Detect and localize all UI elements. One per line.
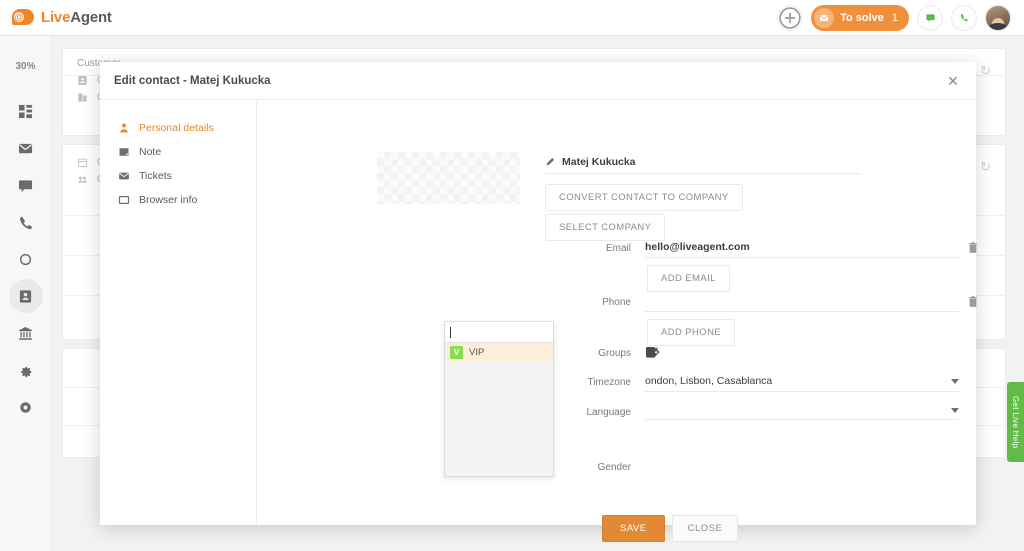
gear-icon: [18, 363, 33, 378]
chevron-down-icon: [951, 379, 959, 384]
user-avatar[interactable]: [985, 5, 1011, 31]
group-icon: [77, 174, 88, 185]
phone-label: Phone: [545, 295, 645, 308]
sidebar-item-chats[interactable]: [9, 168, 43, 202]
sidebar-item-settings[interactable]: [9, 353, 43, 387]
text-cursor: [450, 327, 451, 338]
tab-tickets-label: Tickets: [139, 170, 172, 182]
building-icon: [77, 92, 88, 103]
left-nav-rail: 30%: [0, 36, 52, 551]
groups-field-row: Groups: [545, 346, 661, 359]
chevron-down-icon: [951, 408, 959, 413]
groups-dropdown-panel[interactable]: V VIP: [444, 321, 554, 477]
cog-icon: [18, 400, 33, 415]
modal-main-form: Matej Kukucka CONVERT CONTACT TO COMPANY…: [257, 100, 976, 525]
close-button[interactable]: CLOSE: [672, 515, 739, 542]
modal-title: Edit contact - Matej Kukucka: [114, 75, 271, 87]
sidebar-item-tickets[interactable]: [9, 131, 43, 165]
tab-tickets[interactable]: Tickets: [100, 164, 256, 188]
liveagent-logo[interactable]: @ LiveAgent: [0, 9, 112, 26]
logo-agent-text: Agent: [70, 9, 112, 26]
timezone-select[interactable]: ondon, Lisbon, Casablanca: [645, 375, 959, 392]
top-header-bar: @ LiveAgent To solve 1: [0, 0, 1024, 36]
modal-header: Edit contact - Matej Kukucka ✕: [100, 62, 976, 100]
email-input[interactable]: hello@liveagent.com: [645, 241, 959, 258]
person-icon: [118, 122, 130, 134]
modal-sidebar: Personal details Note Tickets Browser in…: [100, 100, 257, 525]
phone-field-row: Phone: [545, 295, 978, 312]
tag-plus-icon[interactable]: [645, 346, 661, 359]
to-solve-label: To solve: [840, 12, 884, 24]
groups-search-input[interactable]: [445, 322, 553, 343]
contact-name-row[interactable]: Matej Kukucka: [545, 156, 861, 174]
sidebar-item-activity[interactable]: [9, 242, 43, 276]
pencil-icon: [545, 157, 555, 167]
save-button[interactable]: SAVE: [602, 515, 665, 542]
envelope-icon: [814, 8, 834, 28]
phone-input[interactable]: [645, 295, 959, 312]
to-solve-button[interactable]: To solve 1: [811, 5, 909, 31]
rail-percent-label: 30%: [15, 61, 35, 72]
tab-note-label: Note: [139, 146, 161, 158]
gender-field-row: Gender: [545, 460, 645, 473]
tab-personal-details[interactable]: Personal details: [100, 116, 256, 140]
timezone-value: ondon, Lisbon, Casablanca: [645, 375, 772, 387]
envelope-icon: [118, 170, 130, 182]
chat-icon[interactable]: [917, 5, 943, 31]
refresh-icon[interactable]: ↻: [980, 63, 991, 79]
window-icon: [118, 194, 130, 206]
sidebar-item-calls[interactable]: [9, 205, 43, 239]
language-label: Language: [545, 405, 645, 418]
logo-text: LiveAgent: [41, 9, 112, 26]
email-field-row: Email hello@liveagent.com: [545, 241, 978, 258]
refresh-icon[interactable]: ↻: [980, 159, 991, 175]
sidebar-item-contacts[interactable]: [9, 279, 43, 313]
close-icon[interactable]: ✕: [944, 72, 962, 90]
groups-label: Groups: [545, 346, 645, 359]
calendar-icon: [77, 157, 88, 168]
chat-icon: [18, 178, 33, 193]
note-icon: [118, 146, 130, 158]
groups-dropdown-option-label: VIP: [469, 347, 484, 358]
logo-live-text: Live: [41, 9, 70, 26]
get-live-help-tab[interactable]: Get Live Help: [1007, 382, 1024, 462]
contact-card-icon: [18, 289, 33, 304]
bank-icon: [18, 326, 33, 341]
plus-circle-icon[interactable]: [777, 5, 803, 31]
add-email-button[interactable]: ADD EMAIL: [647, 265, 730, 292]
modal-actions: SAVE CLOSE: [602, 515, 738, 542]
convert-contact-to-company-button[interactable]: CONVERT CONTACT TO COMPANY: [545, 184, 743, 211]
tab-browser-info[interactable]: Browser info: [100, 188, 256, 212]
contact-card-icon: [77, 75, 88, 86]
phone-icon[interactable]: [951, 5, 977, 31]
groups-dropdown-option-vip[interactable]: V VIP: [445, 343, 553, 361]
tab-browser-info-label: Browser info: [139, 194, 197, 206]
phone-icon: [18, 215, 33, 230]
timezone-field-row: Timezone ondon, Lisbon, Casablanca: [545, 375, 959, 392]
to-solve-count: 1: [892, 12, 898, 24]
sidebar-item-companies[interactable]: [9, 316, 43, 350]
contact-avatar-placeholder[interactable]: [377, 152, 520, 204]
language-field-row: Language: [545, 405, 959, 420]
envelope-icon: [18, 141, 33, 156]
email-label: Email: [545, 241, 645, 254]
select-company-button[interactable]: SELECT COMPANY: [545, 214, 665, 241]
tab-personal-details-label: Personal details: [139, 122, 214, 134]
sidebar-item-dashboard[interactable]: [9, 94, 43, 128]
top-header-actions: To solve 1: [777, 5, 1024, 31]
app-root: @ LiveAgent To solve 1: [0, 0, 1024, 551]
grid-icon: [18, 104, 33, 119]
sidebar-item-configuration[interactable]: [9, 390, 43, 424]
tab-note[interactable]: Note: [100, 140, 256, 164]
trash-icon[interactable]: [968, 295, 978, 310]
trash-icon[interactable]: [968, 241, 978, 256]
language-select[interactable]: [645, 405, 959, 420]
at-bubble-icon: @: [12, 9, 34, 26]
vip-badge: V: [450, 346, 463, 359]
gender-label: Gender: [545, 460, 645, 473]
contact-name-value: Matej Kukucka: [562, 156, 636, 168]
add-phone-button[interactable]: ADD PHONE: [647, 319, 735, 346]
circle-icon: [18, 252, 33, 267]
timezone-label: Timezone: [545, 375, 645, 388]
